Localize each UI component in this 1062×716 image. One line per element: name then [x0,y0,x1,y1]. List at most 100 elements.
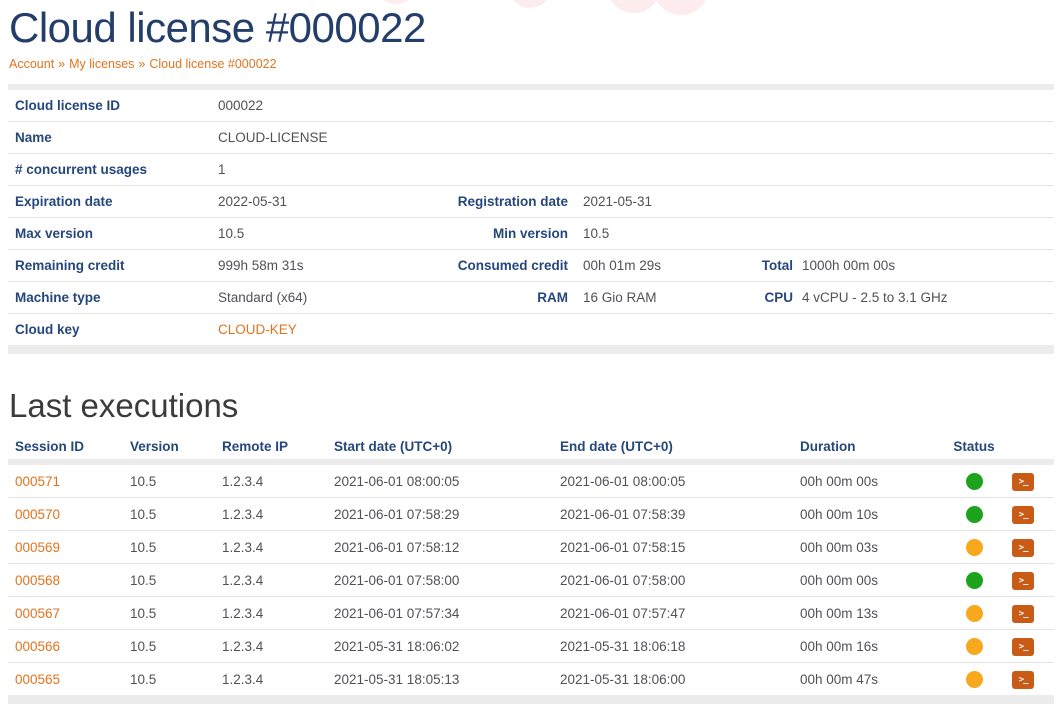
remote-ip-cell: 1.2.3.4 [215,597,330,630]
actions-cell: >_ [998,564,1054,597]
executions-table: Session ID Version Remote IP Start date … [8,433,1054,704]
detail-label [688,314,793,346]
session-id-cell: 000567 [8,597,130,630]
breadcrumb-link-my-licenses[interactable]: My licenses [69,57,134,71]
session-id-cell: 000569 [8,531,130,564]
detail-value: CLOUD-LICENSE [218,122,368,154]
execution-row: 00057110.51.2.3.42021-06-01 08:00:052021… [8,465,1054,498]
detail-label: Expiration date [8,186,218,218]
execution-row: 00056810.51.2.3.42021-06-01 07:58:002021… [8,564,1054,597]
remote-ip-cell: 1.2.3.4 [215,465,330,498]
terminal-icon: >_ [1019,543,1028,553]
end-date-cell: 2021-05-31 18:06:18 [555,630,795,663]
session-id-link[interactable]: 000567 [15,606,60,621]
detail-value: 2021-05-31 [568,186,688,218]
terminal-icon: >_ [1019,510,1028,520]
session-id-link[interactable]: 000565 [15,672,60,687]
detail-value: 999h 58m 31s [218,250,368,282]
start-date-cell: 2021-06-01 07:58:12 [330,531,555,564]
status-cell [950,531,998,564]
detail-label: Registration date [368,186,568,218]
detail-value: 00h 01m 29s [568,250,688,282]
start-date-cell: 2021-05-31 18:06:02 [330,630,555,663]
detail-value [793,122,1054,154]
detail-label [688,218,793,250]
detail-label: Total [688,250,793,282]
terminal-button[interactable]: >_ [1012,473,1034,491]
detail-value [793,218,1054,250]
status-cell [950,597,998,630]
duration-cell: 00h 00m 16s [795,630,950,663]
status-cell [950,663,998,696]
page-title: Cloud license #000022 [0,0,1062,52]
breadcrumb: Account»My licenses»Cloud license #00002… [0,52,1062,71]
breadcrumb-separator: » [134,57,149,71]
breadcrumb-link-account[interactable]: Account [9,57,54,71]
remote-ip-cell: 1.2.3.4 [215,630,330,663]
execution-row: 00057010.51.2.3.42021-06-01 07:58:292021… [8,498,1054,531]
column-header-duration: Duration [795,433,950,459]
detail-label [368,154,568,186]
end-date-cell: 2021-06-01 08:00:05 [555,465,795,498]
terminal-button[interactable]: >_ [1012,506,1034,524]
session-id-link[interactable]: 000566 [15,639,60,654]
actions-cell: >_ [998,531,1054,564]
end-date-cell: 2021-06-01 07:58:39 [555,498,795,531]
version-cell: 10.5 [130,630,215,663]
detail-value [568,154,688,186]
detail-label: # concurrent usages [8,154,218,186]
terminal-button[interactable]: >_ [1012,539,1034,557]
terminal-button[interactable]: >_ [1012,605,1034,623]
status-dot [966,506,983,523]
session-id-link[interactable]: 000568 [15,573,60,588]
status-dot [966,572,983,589]
session-id-link[interactable]: 000570 [15,507,60,522]
execution-row: 00056510.51.2.3.42021-05-31 18:05:132021… [8,663,1054,696]
license-detail-row: # concurrent usages1 [8,154,1054,186]
terminal-button[interactable]: >_ [1012,572,1034,590]
cloud-key-link[interactable]: CLOUD-KEY [218,322,297,337]
detail-value: 1 [218,154,368,186]
detail-value: CLOUD-KEY [218,314,368,346]
license-detail-row: NameCLOUD-LICENSE [8,122,1054,154]
status-cell [950,564,998,597]
version-cell: 10.5 [130,597,215,630]
license-detail-row: Remaining credit999h 58m 31sConsumed cre… [8,250,1054,282]
detail-label: RAM [368,282,568,314]
detail-label: Machine type [8,282,218,314]
detail-label: Cloud license ID [8,90,218,122]
detail-value [568,314,688,346]
license-detail-row: Expiration date2022-05-31Registration da… [8,186,1054,218]
detail-value: Standard (x64) [218,282,368,314]
detail-label [368,90,568,122]
detail-label: Cloud key [8,314,218,346]
terminal-button[interactable]: >_ [1012,671,1034,689]
status-dot [966,539,983,556]
duration-cell: 00h 00m 13s [795,597,950,630]
detail-label [368,314,568,346]
session-id-cell: 000565 [8,663,130,696]
terminal-icon: >_ [1019,477,1028,487]
detail-label: Remaining credit [8,250,218,282]
version-cell: 10.5 [130,564,215,597]
terminal-icon: >_ [1019,609,1028,619]
table-divider [8,695,1054,704]
terminal-button[interactable]: >_ [1012,638,1034,656]
status-cell [950,630,998,663]
column-header-end-date: End date (UTC+0) [555,433,795,459]
detail-value: 10.5 [218,218,368,250]
detail-value: 16 Gio RAM [568,282,688,314]
session-id-link[interactable]: 000571 [15,474,60,489]
duration-cell: 00h 00m 00s [795,465,950,498]
session-id-link[interactable]: 000569 [15,540,60,555]
execution-row: 00056910.51.2.3.42021-06-01 07:58:122021… [8,531,1054,564]
terminal-icon: >_ [1019,642,1028,652]
detail-value [568,90,688,122]
remote-ip-cell: 1.2.3.4 [215,531,330,564]
status-cell [950,465,998,498]
actions-cell: >_ [998,465,1054,498]
detail-label [688,90,793,122]
start-date-cell: 2021-05-31 18:05:13 [330,663,555,696]
detail-value [793,186,1054,218]
session-id-cell: 000566 [8,630,130,663]
